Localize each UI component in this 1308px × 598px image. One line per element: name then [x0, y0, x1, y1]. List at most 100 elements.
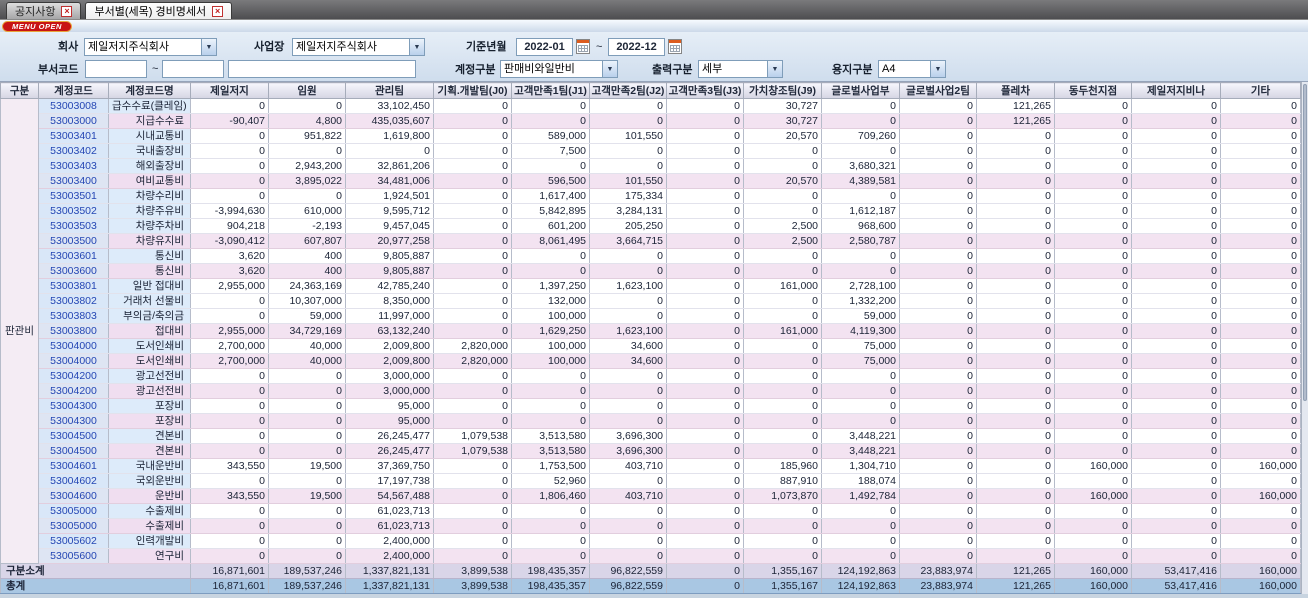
table-row[interactable]: 53005602 인력개발비 0 0 2,400,000 0 0 0 0 0 0 0 0 0 0 0 — [0, 533, 1301, 549]
amount-cell[interactable]: 0 — [666, 578, 744, 594]
amount-cell[interactable]: 0 — [976, 443, 1055, 459]
amount-cell[interactable]: 0 — [899, 143, 977, 159]
account-code-cell[interactable]: 53004500 — [38, 443, 109, 459]
column-header[interactable]: 제일저지 — [190, 82, 269, 99]
amount-cell[interactable]: 0 — [821, 548, 900, 564]
amount-cell[interactable]: 1,806,460 — [511, 488, 590, 504]
amount-cell[interactable]: 0 — [511, 503, 590, 519]
amount-cell[interactable]: 1,617,400 — [511, 188, 590, 204]
amount-cell[interactable]: 0 — [1131, 353, 1221, 369]
account-code-cell[interactable]: 53003800 — [38, 323, 109, 339]
amount-cell[interactable]: 0 — [190, 143, 269, 159]
amount-cell[interactable]: 0 — [743, 338, 822, 354]
amount-cell[interactable]: 601,200 — [511, 218, 590, 234]
amount-cell[interactable]: 0 — [743, 188, 822, 204]
amount-cell[interactable]: 0 — [743, 443, 822, 459]
amount-cell[interactable]: 0 — [1220, 323, 1301, 339]
amount-cell[interactable]: 16,871,601 — [190, 563, 269, 579]
amount-cell[interactable]: 0 — [589, 503, 667, 519]
amount-cell[interactable]: 2,700,000 — [190, 353, 269, 369]
column-header[interactable]: 기획.개발팀(J0) — [433, 82, 512, 99]
account-code-cell[interactable]: 53003503 — [38, 218, 109, 234]
amount-cell[interactable]: 0 — [1131, 473, 1221, 489]
scrollbar-thumb[interactable] — [1303, 84, 1307, 402]
amount-cell[interactable]: 0 — [1220, 413, 1301, 429]
amount-cell[interactable]: 1,619,800 — [345, 128, 434, 144]
amount-cell[interactable]: 1,355,167 — [743, 578, 822, 594]
amount-cell[interactable]: 0 — [190, 443, 269, 459]
table-row[interactable]: 53004300 포장비 0 0 95,000 0 0 0 0 0 0 0 0 0 0 0 — [0, 413, 1301, 429]
amount-cell[interactable]: 0 — [190, 128, 269, 144]
table-row[interactable]: 53003000 지급수수료 -90,407 4,800 435,035,607 0 0 0 0… — [0, 113, 1301, 129]
column-header[interactable]: 고객만족3팀(J3) — [666, 82, 744, 99]
amount-cell[interactable]: 0 — [899, 248, 977, 264]
account-code-cell[interactable]: 53003502 — [38, 203, 109, 219]
amount-cell[interactable]: 0 — [1220, 518, 1301, 534]
account-name-cell[interactable]: 광고선전비 — [108, 368, 191, 384]
amount-cell[interactable]: 0 — [1220, 533, 1301, 549]
amount-cell[interactable]: 0 — [743, 413, 822, 429]
amount-cell[interactable]: 95,000 — [345, 413, 434, 429]
amount-cell[interactable]: 2,728,100 — [821, 278, 900, 294]
amount-cell[interactable]: 124,192,863 — [821, 563, 900, 579]
amount-cell[interactable]: 0 — [666, 398, 744, 414]
amount-cell[interactable]: 101,550 — [589, 173, 667, 189]
amount-cell[interactable]: 1,073,870 — [743, 488, 822, 504]
amount-cell[interactable]: 0 — [1131, 323, 1221, 339]
account-code-cell[interactable]: 53003501 — [38, 188, 109, 204]
amount-cell[interactable]: 0 — [1131, 203, 1221, 219]
amount-cell[interactable]: 0 — [433, 518, 512, 534]
amount-cell[interactable]: 0 — [511, 548, 590, 564]
amount-cell[interactable]: 0 — [589, 263, 667, 279]
amount-cell[interactable]: 42,785,240 — [345, 278, 434, 294]
account-name-cell[interactable]: 일반 접대비 — [108, 278, 191, 294]
column-header[interactable]: 고객만족2팀(J2) — [589, 82, 667, 99]
amount-cell[interactable]: 0 — [433, 368, 512, 384]
amount-cell[interactable]: 0 — [268, 518, 346, 534]
amount-cell[interactable]: 0 — [1220, 443, 1301, 459]
amount-cell[interactable]: 0 — [511, 98, 590, 114]
amount-cell[interactable]: 0 — [589, 113, 667, 129]
amount-cell[interactable]: 0 — [433, 458, 512, 474]
amount-cell[interactable]: 0 — [511, 263, 590, 279]
amount-cell[interactable]: 1,337,821,131 — [345, 563, 434, 579]
vertical-scrollbar[interactable] — [1301, 82, 1308, 594]
amount-cell[interactable]: 3,895,022 — [268, 173, 346, 189]
table-row[interactable]: 판관비 53003008 급수수료(클레임) 0 0 33,102,450 0 0 0 0 30,7… — [0, 98, 1301, 564]
amount-cell[interactable]: 100,000 — [511, 353, 590, 369]
amount-cell[interactable]: 52,960 — [511, 473, 590, 489]
amount-cell[interactable]: 0 — [821, 113, 900, 129]
amount-cell[interactable]: 0 — [190, 533, 269, 549]
amount-cell[interactable]: 59,000 — [268, 308, 346, 324]
account-type-select[interactable]: 판매비와일반비 ▼ — [500, 60, 618, 78]
account-code-cell[interactable]: 53004200 — [38, 383, 109, 399]
amount-cell[interactable]: 0 — [268, 98, 346, 114]
close-icon[interactable]: × — [212, 5, 224, 17]
column-header[interactable]: 관리팀 — [345, 82, 434, 99]
amount-cell[interactable]: 0 — [1131, 533, 1221, 549]
amount-cell[interactable]: 1,629,250 — [511, 323, 590, 339]
amount-cell[interactable]: 0 — [433, 248, 512, 264]
amount-cell[interactable]: 0 — [821, 143, 900, 159]
account-name-cell[interactable]: 부의금/축의금 — [108, 308, 191, 324]
account-name-cell[interactable]: 수출제비 — [108, 503, 191, 519]
amount-cell[interactable]: 0 — [433, 203, 512, 219]
amount-cell[interactable]: 0 — [666, 323, 744, 339]
amount-cell[interactable]: 0 — [1054, 143, 1132, 159]
table-row[interactable]: 53004200 광고선전비 0 0 3,000,000 0 0 0 0 0 0 0 0 0 0 0 — [0, 383, 1301, 399]
amount-cell[interactable]: 0 — [821, 503, 900, 519]
account-name-cell[interactable]: 통신비 — [108, 248, 191, 264]
account-name-cell[interactable]: 인력개발비 — [108, 533, 191, 549]
amount-cell[interactable]: 0 — [433, 263, 512, 279]
amount-cell[interactable]: 0 — [268, 473, 346, 489]
account-code-cell[interactable]: 53004300 — [38, 398, 109, 414]
account-code-cell[interactable]: 53003802 — [38, 293, 109, 309]
amount-cell[interactable]: 0 — [1054, 383, 1132, 399]
amount-cell[interactable]: 0 — [666, 413, 744, 429]
amount-cell[interactable]: 3,284,131 — [589, 203, 667, 219]
amount-cell[interactable]: 0 — [976, 203, 1055, 219]
amount-cell[interactable]: 0 — [1131, 398, 1221, 414]
table-row[interactable]: 53004602 국외운반비 0 0 17,197,738 0 52,960 0 0 887,91… — [0, 473, 1301, 489]
period-to-input[interactable]: 2022-12 — [608, 38, 665, 56]
amount-cell[interactable]: 0 — [899, 308, 977, 324]
